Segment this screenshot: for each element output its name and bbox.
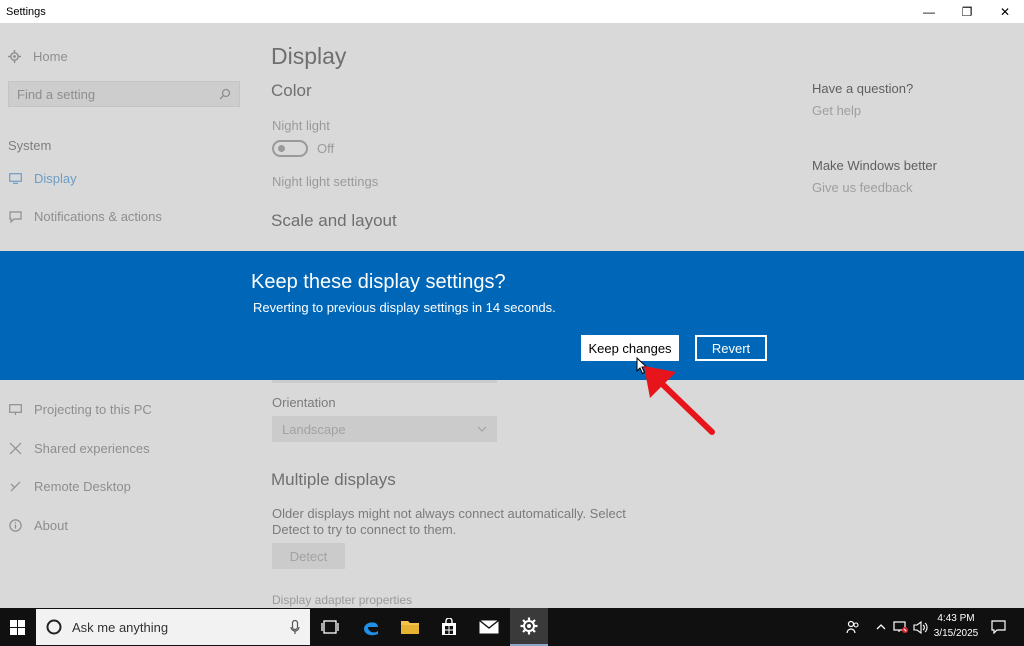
red-arrow-icon bbox=[644, 366, 715, 435]
clock-time: 4:43 PM bbox=[937, 613, 975, 624]
title-bar: Settings — ❐ ✕ bbox=[0, 0, 1024, 23]
multiple-displays-desc-2: Detect to try to connect to them. bbox=[272, 522, 457, 537]
revert-button[interactable]: Revert bbox=[695, 335, 767, 361]
gear-icon bbox=[8, 50, 21, 63]
clock-date: 3/15/2025 bbox=[933, 628, 979, 639]
orientation-label: Orientation bbox=[272, 395, 336, 410]
edge-icon bbox=[364, 622, 378, 636]
detect-button[interactable]: Detect bbox=[272, 543, 345, 569]
people-button[interactable] bbox=[842, 608, 864, 646]
night-light-toggle[interactable] bbox=[272, 140, 308, 157]
display-adapter-link[interactable]: Display adapter properties bbox=[272, 593, 412, 607]
night-light-label: Night light bbox=[272, 118, 330, 133]
monitor-icon bbox=[8, 172, 22, 186]
get-help-link[interactable]: Get help bbox=[812, 103, 861, 118]
show-hidden-icons-button[interactable] bbox=[872, 608, 890, 646]
night-light-settings-link[interactable]: Night light settings bbox=[272, 174, 378, 189]
multiple-displays-heading: Multiple displays bbox=[271, 470, 396, 489]
section-label: System bbox=[8, 138, 52, 153]
task-view-icon bbox=[321, 620, 339, 634]
gear-icon bbox=[520, 617, 538, 635]
notification-icon bbox=[8, 210, 22, 224]
people-icon bbox=[846, 620, 859, 634]
sidebar-item-label: Remote Desktop bbox=[34, 479, 131, 494]
page-title: Display bbox=[271, 43, 347, 69]
remote-icon bbox=[8, 480, 22, 494]
feedback-link[interactable]: Give us feedback bbox=[812, 180, 912, 195]
share-icon bbox=[8, 442, 22, 456]
network-button[interactable] bbox=[891, 608, 911, 646]
question-heading: Have a question? bbox=[812, 81, 914, 96]
edge-taskbar-button[interactable] bbox=[352, 608, 390, 646]
windows-logo-icon bbox=[9, 619, 25, 635]
keep-changes-button[interactable]: Keep changes bbox=[581, 335, 679, 361]
start-button[interactable] bbox=[0, 608, 34, 646]
search-input[interactable]: Find a setting bbox=[8, 81, 240, 107]
search-icon bbox=[219, 88, 231, 100]
minimize-button[interactable]: — bbox=[910, 0, 948, 23]
multiple-displays-desc-1: Older displays might not always connect … bbox=[272, 506, 626, 521]
settings-taskbar-button[interactable] bbox=[510, 608, 548, 646]
clock[interactable]: 4:43 PM 3/15/2025 bbox=[926, 611, 986, 641]
sidebar-item-label: Notifications & actions bbox=[34, 209, 162, 224]
sidebar-item-remote-desktop[interactable]: Remote Desktop bbox=[8, 479, 131, 494]
chevron-up-icon bbox=[876, 624, 886, 630]
orientation-value: Landscape bbox=[282, 421, 346, 437]
better-heading: Make Windows better bbox=[812, 158, 937, 173]
orientation-dropdown[interactable]: Landscape bbox=[272, 416, 497, 442]
sidebar-item-projecting[interactable]: Projecting to this PC bbox=[8, 402, 152, 417]
action-center-button[interactable] bbox=[986, 608, 1010, 646]
window-title: Settings bbox=[6, 5, 46, 18]
mail-icon bbox=[479, 620, 499, 634]
sidebar-item-label: Display bbox=[34, 171, 77, 186]
sidebar-item-about[interactable]: About bbox=[8, 518, 68, 533]
sidebar-item-shared[interactable]: Shared experiences bbox=[8, 441, 150, 456]
sidebar-item-label: Projecting to this PC bbox=[34, 402, 152, 417]
color-heading: Color bbox=[271, 81, 312, 100]
dialog-title: Keep these display settings? bbox=[251, 271, 506, 293]
info-icon bbox=[8, 519, 22, 533]
taskbar-search-placeholder: Ask me anything bbox=[72, 619, 169, 635]
sidebar-item-notifications[interactable]: Notifications & actions bbox=[8, 209, 162, 224]
scale-heading: Scale and layout bbox=[271, 211, 397, 230]
action-center-icon bbox=[990, 620, 1006, 634]
folder-icon bbox=[401, 621, 419, 634]
home-nav[interactable]: Home bbox=[8, 49, 68, 64]
cortana-icon bbox=[46, 619, 62, 635]
file-explorer-taskbar-button[interactable] bbox=[391, 608, 429, 646]
sidebar-item-display[interactable]: Display bbox=[8, 171, 77, 186]
home-label: Home bbox=[33, 49, 68, 64]
taskbar: Ask me anything 4:43 PM 3/15/2025 bbox=[0, 608, 1024, 646]
microphone-icon[interactable] bbox=[290, 619, 300, 635]
mail-taskbar-button[interactable] bbox=[470, 608, 508, 646]
sidebar-item-label: About bbox=[34, 518, 68, 533]
projector-icon bbox=[8, 403, 22, 417]
keep-settings-dialog: Keep these display settings? Reverting t… bbox=[0, 251, 1024, 380]
night-light-state: Off bbox=[317, 141, 335, 156]
sidebar-item-label: Shared experiences bbox=[34, 441, 150, 456]
chevron-down-icon bbox=[477, 426, 487, 432]
network-disconnected-icon bbox=[893, 621, 908, 633]
cortana-search-box[interactable]: Ask me anything bbox=[36, 609, 310, 645]
store-icon bbox=[442, 618, 456, 635]
task-view-button[interactable] bbox=[311, 608, 349, 646]
search-placeholder: Find a setting bbox=[17, 86, 96, 102]
dialog-message: Reverting to previous display settings i… bbox=[253, 300, 556, 315]
store-taskbar-button[interactable] bbox=[430, 608, 468, 646]
close-button[interactable]: ✕ bbox=[986, 0, 1024, 23]
restore-button[interactable]: ❐ bbox=[948, 0, 986, 23]
